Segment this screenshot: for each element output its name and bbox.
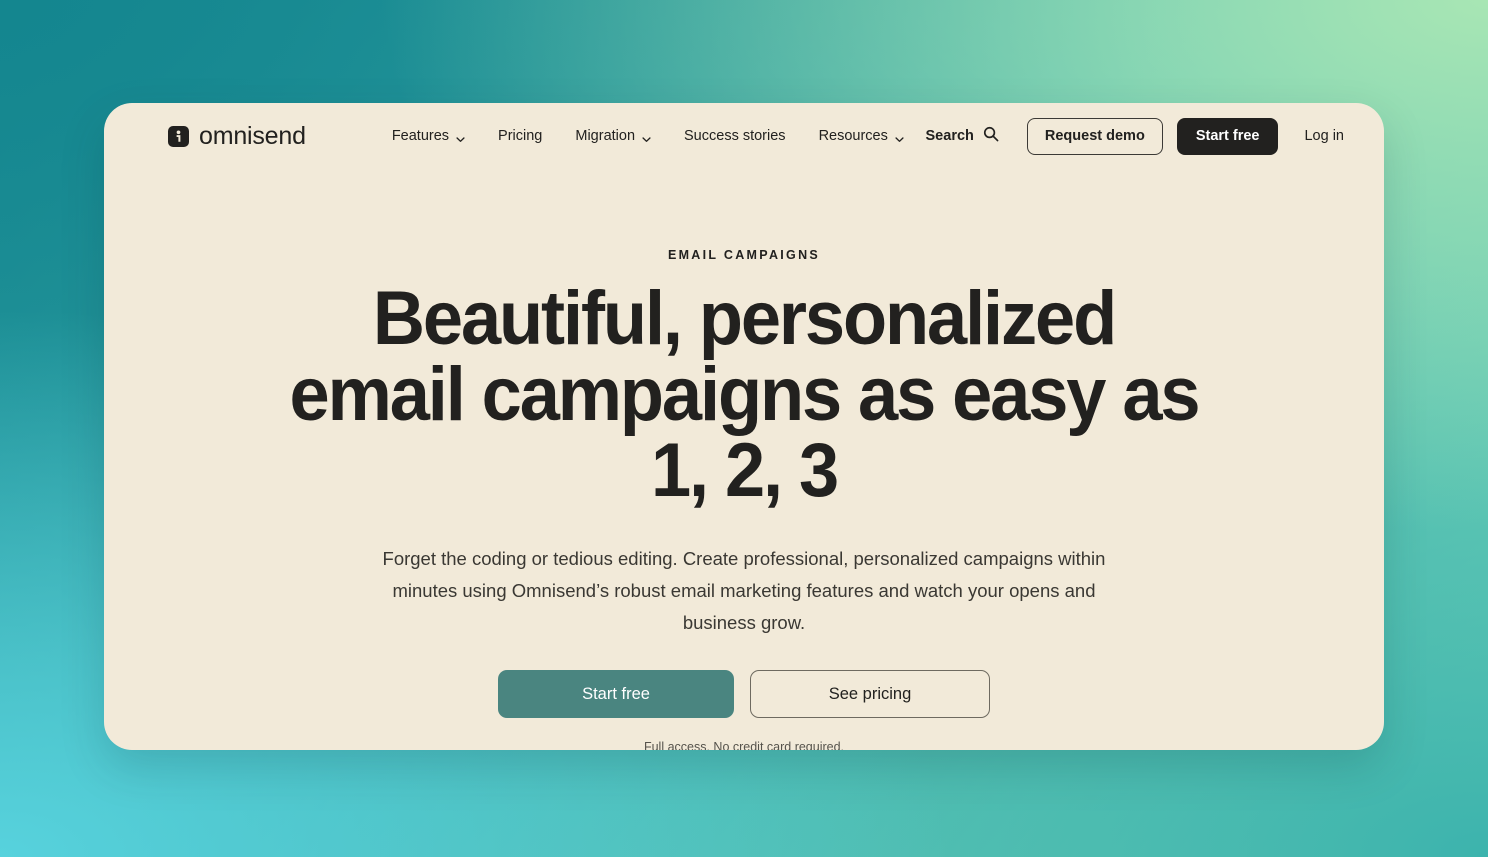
start-free-button-hero[interactable]: Start free	[498, 670, 734, 719]
omnisend-logo-icon	[168, 125, 189, 147]
headline-line-2: email campaigns as easy as	[289, 352, 1201, 437]
search-label: Search	[925, 128, 974, 144]
request-demo-button[interactable]: Request demo	[1026, 117, 1163, 155]
main-navigation: Features Pricing Migration Success stori…	[392, 120, 904, 152]
start-free-button-header[interactable]: Start free	[1176, 117, 1279, 155]
chevron-down-icon	[456, 132, 465, 142]
hero-eyebrow: EMAIL CAMPAIGNS	[667, 248, 821, 262]
site-header: omnisend Features Pricing Migration Succ…	[104, 103, 1384, 169]
nav-label-resources: Resources	[818, 128, 888, 144]
nav-item-resources[interactable]: Resources	[819, 120, 904, 152]
headline-line-3: 1, 2, 3	[650, 428, 839, 513]
brand-name: omnisend	[199, 121, 306, 150]
nav-label-success-stories: Success stories	[684, 128, 786, 144]
nav-label-features: Features	[391, 128, 450, 144]
hero-cta-row: Start free See pricing	[184, 670, 1304, 719]
brand-logo[interactable]: omnisend	[168, 122, 306, 151]
header-actions: Search Request demo Start free Log in	[926, 117, 1344, 155]
nav-item-success-stories[interactable]: Success stories	[684, 120, 786, 152]
nav-item-features[interactable]: Features	[392, 120, 465, 152]
login-link[interactable]: Log in	[1304, 128, 1344, 144]
hero-subcopy: Forget the coding or tedious editing. Cr…	[382, 548, 1106, 633]
nav-label-pricing: Pricing	[498, 128, 543, 144]
nav-item-migration[interactable]: Migration	[575, 120, 651, 152]
page-title: Beautiful, personalized email campaigns …	[212, 281, 1276, 509]
nav-item-pricing[interactable]: Pricing	[498, 120, 542, 152]
nav-label-migration: Migration	[575, 128, 636, 144]
hero-card: omnisend Features Pricing Migration Succ…	[104, 103, 1384, 750]
search-icon	[983, 126, 999, 146]
see-pricing-button[interactable]: See pricing	[750, 670, 990, 719]
chevron-down-icon	[642, 132, 651, 142]
chevron-down-icon	[895, 132, 904, 142]
hero-fineprint: Full access. No credit card required.	[643, 740, 845, 750]
search-button[interactable]: Search	[926, 126, 999, 146]
hero-section: EMAIL CAMPAIGNS Beautiful, personalized …	[104, 248, 1384, 750]
headline-line-1: Beautiful, personalized	[372, 276, 1117, 361]
